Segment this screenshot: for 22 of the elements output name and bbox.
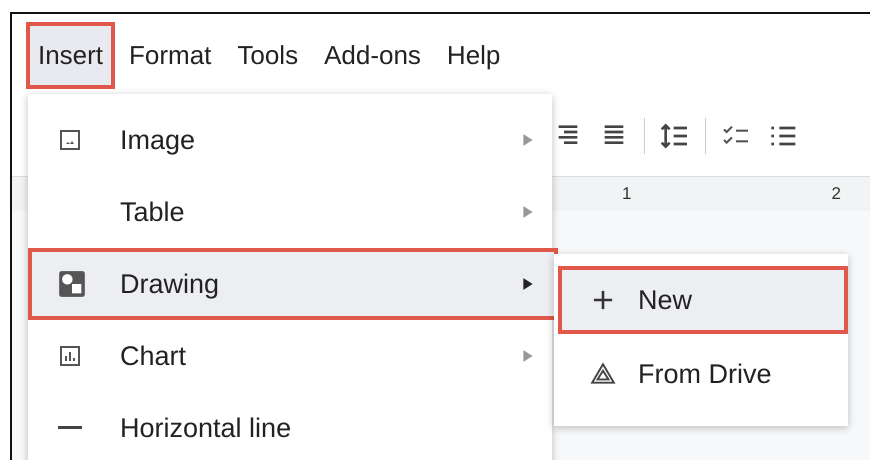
image-icon (58, 128, 82, 152)
menu-item[interactable]: Table (28, 176, 558, 248)
menu-bar-item[interactable]: Format (117, 22, 224, 88)
menu-bar-item[interactable]: Help (434, 22, 512, 88)
menu-item[interactable]: Chart (28, 320, 558, 392)
submenu-arrow-icon (522, 277, 534, 291)
drawing-icon (58, 270, 86, 298)
submenu-arrow-icon (522, 349, 534, 363)
menu-bar-item[interactable]: Insert (26, 22, 116, 88)
submenu-arrow-icon (522, 133, 534, 147)
ruler-number: 1 (622, 184, 632, 204)
submenu-item[interactable]: From Drive (558, 340, 848, 408)
chart-icon (58, 344, 82, 368)
ruler-number: 2 (831, 184, 841, 204)
horizontal-line-icon (58, 426, 82, 430)
submenu-arrow-icon (522, 205, 534, 219)
menu-item[interactable]: Drawing (28, 248, 558, 320)
menu-bar-item[interactable]: Tools (225, 22, 310, 88)
menu-item[interactable]: Horizontal line (28, 392, 558, 460)
menu-bar-item[interactable]: Add-ons (312, 22, 433, 88)
menu-item[interactable]: Image (28, 104, 558, 176)
submenu-item[interactable]: New (558, 266, 848, 334)
